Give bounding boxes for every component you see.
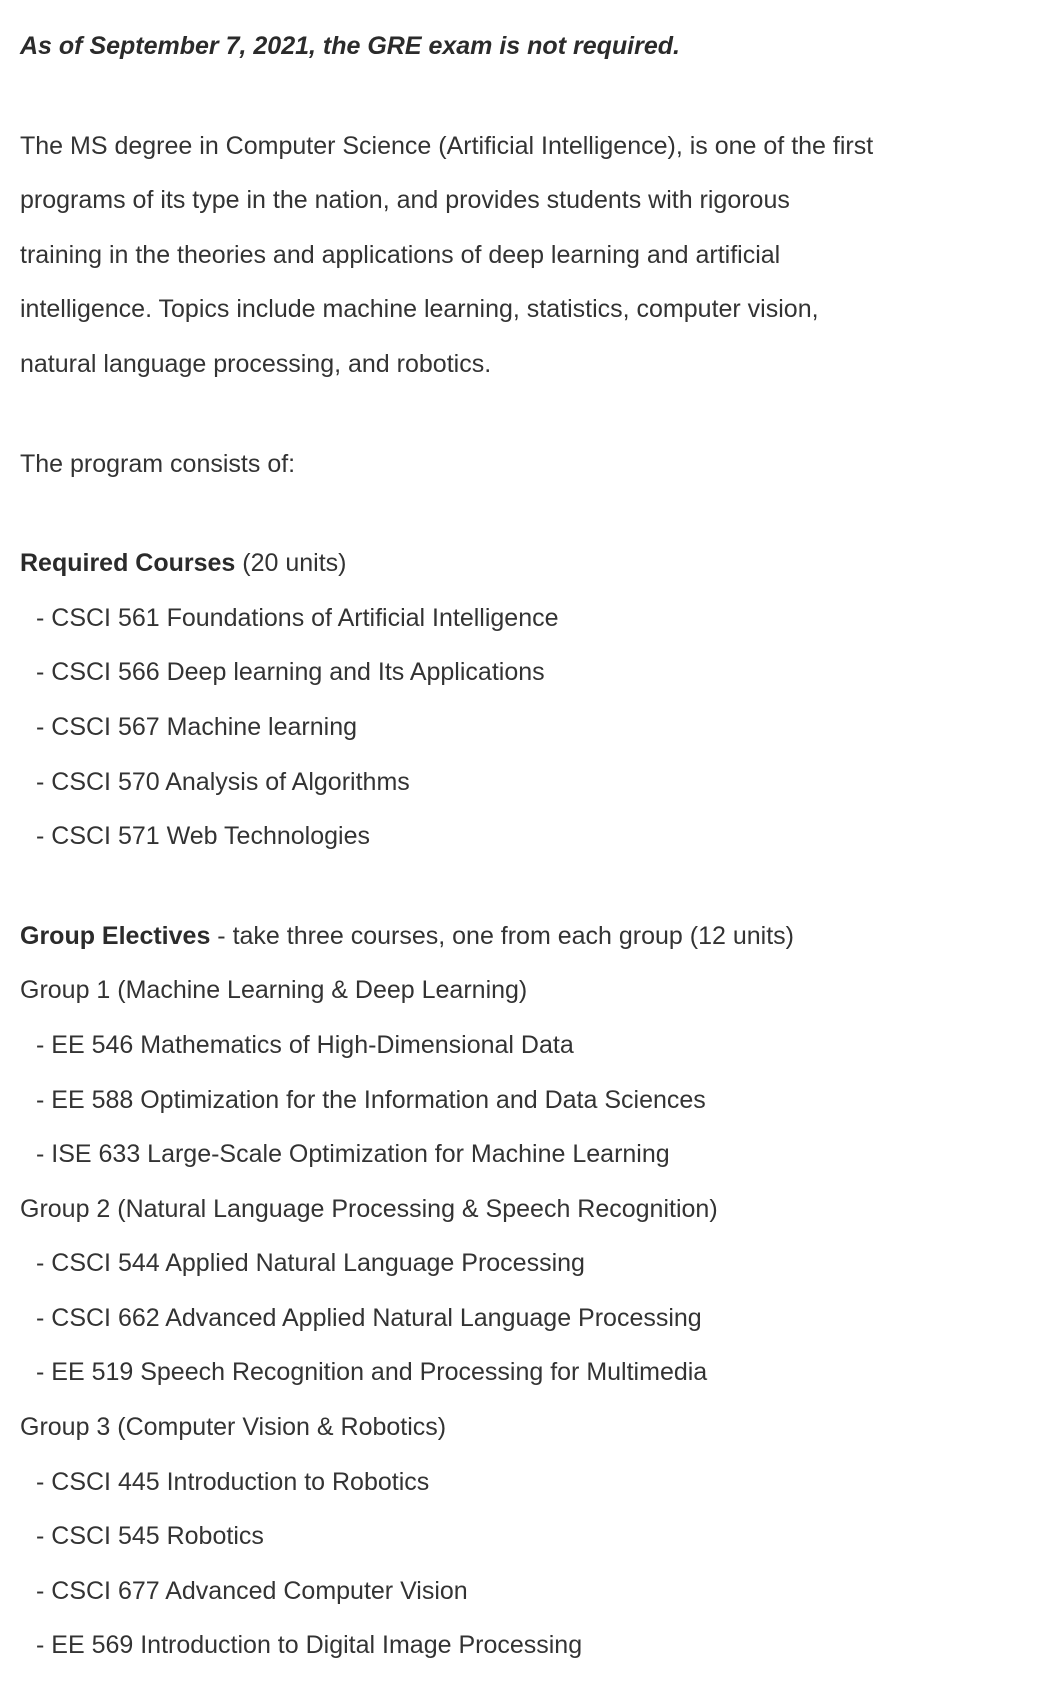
electives-heading: Group Electives - take three courses, on… [20, 909, 1040, 964]
course-item: - CSCI 544 Applied Natural Language Proc… [36, 1249, 585, 1278]
course-item: - CSCI 567 Machine learning [36, 712, 357, 741]
group-name: Group 1 (Machine Learning & Deep Learnin… [20, 976, 528, 1005]
intro-paragraph: The MS degree in Computer Science (Artif… [20, 119, 1040, 392]
required-units: (20 units) [242, 549, 347, 578]
group-name: Group 3 (Computer Vision & Robotics) [20, 1413, 447, 1442]
course-item: - CSCI 561 Foundations of Artificial Int… [36, 603, 559, 632]
course-item: - CSCI 662 Advanced Applied Natural Lang… [36, 1303, 702, 1332]
course-item: - CSCI 570 Analysis of Algorithms [36, 767, 410, 796]
group-name: Group 2 (Natural Language Processing & S… [20, 1194, 718, 1223]
course-item: - EE 519 Speech Recognition and Processi… [36, 1358, 708, 1387]
required-title: Required Courses [20, 549, 236, 578]
course-item: - EE 546 Mathematics of High-Dimensional… [36, 1030, 574, 1059]
gre-notice: As of September 7, 2021, the GRE exam is… [20, 32, 680, 60]
group-electives: Group Electives - take three courses, on… [20, 909, 1040, 1673]
intro-line: The MS degree in Computer Science (Artif… [20, 131, 874, 160]
course-item: - CSCI 566 Deep learning and Its Applica… [36, 658, 545, 687]
course-item: - EE 588 Optimization for the Informatio… [36, 1085, 706, 1114]
course-item: - CSCI 677 Advanced Computer Vision [36, 1576, 468, 1605]
required-courses: Required Courses (20 units) - CSCI 561 F… [20, 536, 1040, 864]
electives-title: Group Electives [20, 921, 211, 950]
course-item: - ISE 633 Large-Scale Optimization for M… [36, 1140, 670, 1169]
required-heading: Required Courses (20 units) [20, 536, 1040, 591]
intro-line: natural language processing, and robotic… [20, 349, 492, 378]
program-intro: The program consists of: [20, 449, 296, 478]
course-item: - CSCI 445 Introduction to Robotics [36, 1467, 430, 1496]
electives-desc: - take three courses, one from each grou… [210, 921, 794, 950]
course-item: - CSCI 571 Web Technologies [36, 822, 370, 851]
course-item: - EE 569 Introduction to Digital Image P… [36, 1631, 583, 1660]
program-description: As of September 7, 2021, the GRE exam is… [20, 19, 1040, 1673]
intro-line: programs of its type in the nation, and … [20, 186, 790, 215]
intro-line: intelligence. Topics include machine lea… [20, 295, 819, 324]
intro-line: training in the theories and application… [20, 240, 781, 269]
course-item: - CSCI 545 Robotics [36, 1522, 264, 1551]
